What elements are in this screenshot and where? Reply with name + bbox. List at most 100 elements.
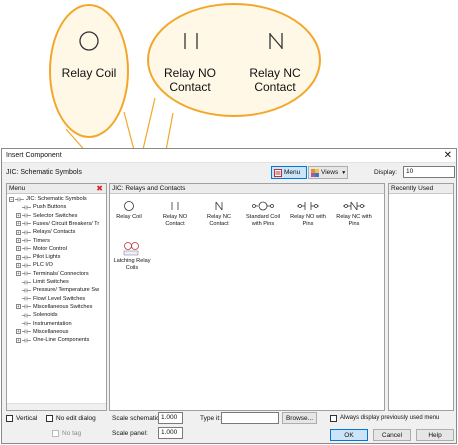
- tree-item[interactable]: + PLC I/O: [16, 261, 53, 269]
- tree-item-label: PLC I/O: [33, 262, 53, 269]
- symbol-folder-icon: [22, 246, 31, 251]
- tree-item[interactable]: + Miscellaneous: [16, 328, 68, 336]
- no-tag-label: No tag: [62, 430, 82, 437]
- scale-panel-field[interactable]: 1.000: [158, 427, 183, 439]
- menu-tree: − JIC: Schematic Symbols Push Buttons + Sele…: [7, 195, 106, 402]
- symbol-folder-icon: [15, 197, 24, 201]
- cancel-button[interactable]: Cancel: [373, 429, 411, 441]
- tree-item[interactable]: Push Buttons: [16, 203, 66, 211]
- tree-item-label: One-Line Components: [33, 337, 90, 344]
- tree-item[interactable]: + Selector Switches: [16, 212, 77, 220]
- components-pane-header: JIC: Relays and Contacts: [110, 184, 384, 194]
- menu-close-icon[interactable]: ✖: [96, 184, 103, 194]
- tree-item-label: Solenoids: [33, 312, 58, 319]
- tree-item-label: Selector Switches: [33, 212, 78, 219]
- expand-icon[interactable]: +: [16, 271, 21, 277]
- tree-item[interactable]: + Terminals/ Connectors: [16, 270, 89, 278]
- symbol-folder-icon: [22, 221, 31, 226]
- latching-relay-icon: [123, 242, 139, 256]
- ok-button[interactable]: OK: [330, 429, 368, 441]
- component-relay-no-pins[interactable]: Relay NO with Pins: [286, 200, 330, 227]
- expand-icon[interactable]: +: [16, 337, 21, 343]
- expand-icon[interactable]: +: [16, 246, 21, 252]
- no-pins-icon: [297, 202, 319, 210]
- recently-used-pane: Recently Used: [388, 183, 454, 411]
- symbol-folder-icon: [22, 255, 31, 260]
- symbol-folder-icon: [22, 263, 31, 268]
- expand-icon[interactable]: +: [16, 262, 21, 268]
- tree-item-label: Timers: [33, 237, 50, 244]
- tree-item-label: JIC: Schematic Symbols: [26, 196, 87, 202]
- insert-component-dialog: Insert Component ✕ JIC: Schematic Symbol…: [1, 148, 457, 444]
- tree-item-label: Flow/ Level Switches: [33, 295, 86, 302]
- expand-icon[interactable]: +: [16, 229, 21, 235]
- tree-item-label: Miscellaneous Switches: [33, 303, 93, 310]
- expand-icon[interactable]: +: [16, 238, 21, 243]
- always-display-checkbox[interactable]: [330, 415, 337, 422]
- component-relay-no[interactable]: Relay NO Contact: [156, 200, 194, 227]
- tree-item[interactable]: Instrumentation: [16, 320, 72, 328]
- tree-item[interactable]: Limit Switches: [16, 278, 69, 286]
- nc-pins-icon: [343, 201, 365, 211]
- browse-button[interactable]: Browse...: [282, 412, 317, 424]
- relay-nc-icon: [215, 201, 223, 211]
- tree-item[interactable]: Solenoids: [16, 311, 58, 319]
- menu-button[interactable]: Menu: [271, 166, 307, 179]
- symbol-folder-icon: [22, 338, 31, 343]
- component-label: Standard Coil with Pins: [246, 214, 280, 227]
- component-label: Relay Coil: [116, 214, 142, 220]
- recently-used-header: Recently Used: [389, 184, 453, 194]
- symbol-folder-icon: [22, 238, 31, 243]
- vertical-checkbox[interactable]: [6, 415, 13, 422]
- coil-pins-icon: [252, 201, 274, 211]
- expand-icon[interactable]: +: [16, 254, 21, 260]
- tree-item-label: Relays/ Contacts: [33, 229, 76, 236]
- display-field[interactable]: 10: [403, 166, 455, 178]
- expand-icon[interactable]: +: [16, 213, 21, 219]
- tree-item-label: Limit Switches: [33, 279, 69, 285]
- tree-item[interactable]: + Relays/ Contacts: [16, 228, 75, 236]
- tree-item[interactable]: + One-Line Components: [16, 336, 89, 344]
- tree-item[interactable]: + Motor Control: [16, 245, 67, 253]
- symbol-folder-icon: [22, 296, 31, 301]
- components-pane: JIC: Relays and Contacts Relay Coil Rela…: [109, 183, 385, 411]
- symbol-folder-icon: [22, 271, 31, 276]
- library-name: JIC: Schematic Symbols: [6, 169, 82, 176]
- component-relay-nc-pins[interactable]: Relay NC with Pins: [332, 200, 376, 227]
- tree-item[interactable]: + Fuses/ Circuit Breakers/ Tr: [16, 220, 99, 228]
- component-relay-coil[interactable]: Relay Coil: [112, 200, 146, 221]
- tree-item[interactable]: + Miscellaneous Switches: [16, 303, 92, 311]
- recently-used-title: Recently Used: [391, 185, 434, 192]
- menu-button-label: Menu: [284, 169, 301, 176]
- tree-item-label: Fuses/ Circuit Breakers/ Tr: [33, 220, 100, 227]
- scale-schematic-label: Scale schematic:: [112, 415, 162, 422]
- component-latching-relay[interactable]: Latching Relay Coils: [112, 240, 152, 271]
- tree-item[interactable]: + Timers: [16, 237, 50, 245]
- no-edit-dialog-checkbox[interactable]: [46, 415, 53, 422]
- expand-icon[interactable]: +: [16, 329, 21, 335]
- tree-item[interactable]: − JIC: Schematic Symbols: [9, 195, 87, 203]
- tree-item-label: Miscellaneous: [33, 328, 69, 335]
- expand-icon[interactable]: +: [16, 221, 21, 227]
- scale-schematic-field[interactable]: 1.000: [158, 412, 183, 424]
- expand-icon[interactable]: +: [16, 304, 21, 310]
- component-label: Relay NC with Pins: [336, 214, 372, 227]
- tree-item[interactable]: Pressure/ Temperature Sw: [16, 286, 99, 294]
- symbol-folder-icon: [22, 313, 31, 318]
- tree-item[interactable]: + Pilot Lights: [16, 253, 60, 261]
- component-relay-nc[interactable]: Relay NC Contact: [200, 200, 238, 227]
- symbol-folder-icon: [22, 288, 31, 293]
- component-label: Relay NO Contact: [162, 214, 188, 227]
- menu-pane-header: Menu ✖: [7, 184, 106, 194]
- collapse-icon[interactable]: −: [9, 196, 14, 202]
- type-it-label: Type it:: [200, 415, 221, 422]
- type-it-field[interactable]: [221, 412, 279, 424]
- help-button[interactable]: Help: [416, 429, 454, 441]
- close-icon[interactable]: ✕: [444, 150, 452, 161]
- tree-item[interactable]: Flow/ Level Switches: [16, 295, 85, 303]
- component-standard-coil-pins[interactable]: Standard Coil with Pins: [241, 200, 285, 227]
- views-button[interactable]: Views ▼: [308, 166, 348, 179]
- no-tag-checkbox[interactable]: [52, 430, 59, 437]
- menu-horizontal-scrollbar[interactable]: [7, 403, 106, 410]
- views-button-label: Views: [321, 169, 339, 176]
